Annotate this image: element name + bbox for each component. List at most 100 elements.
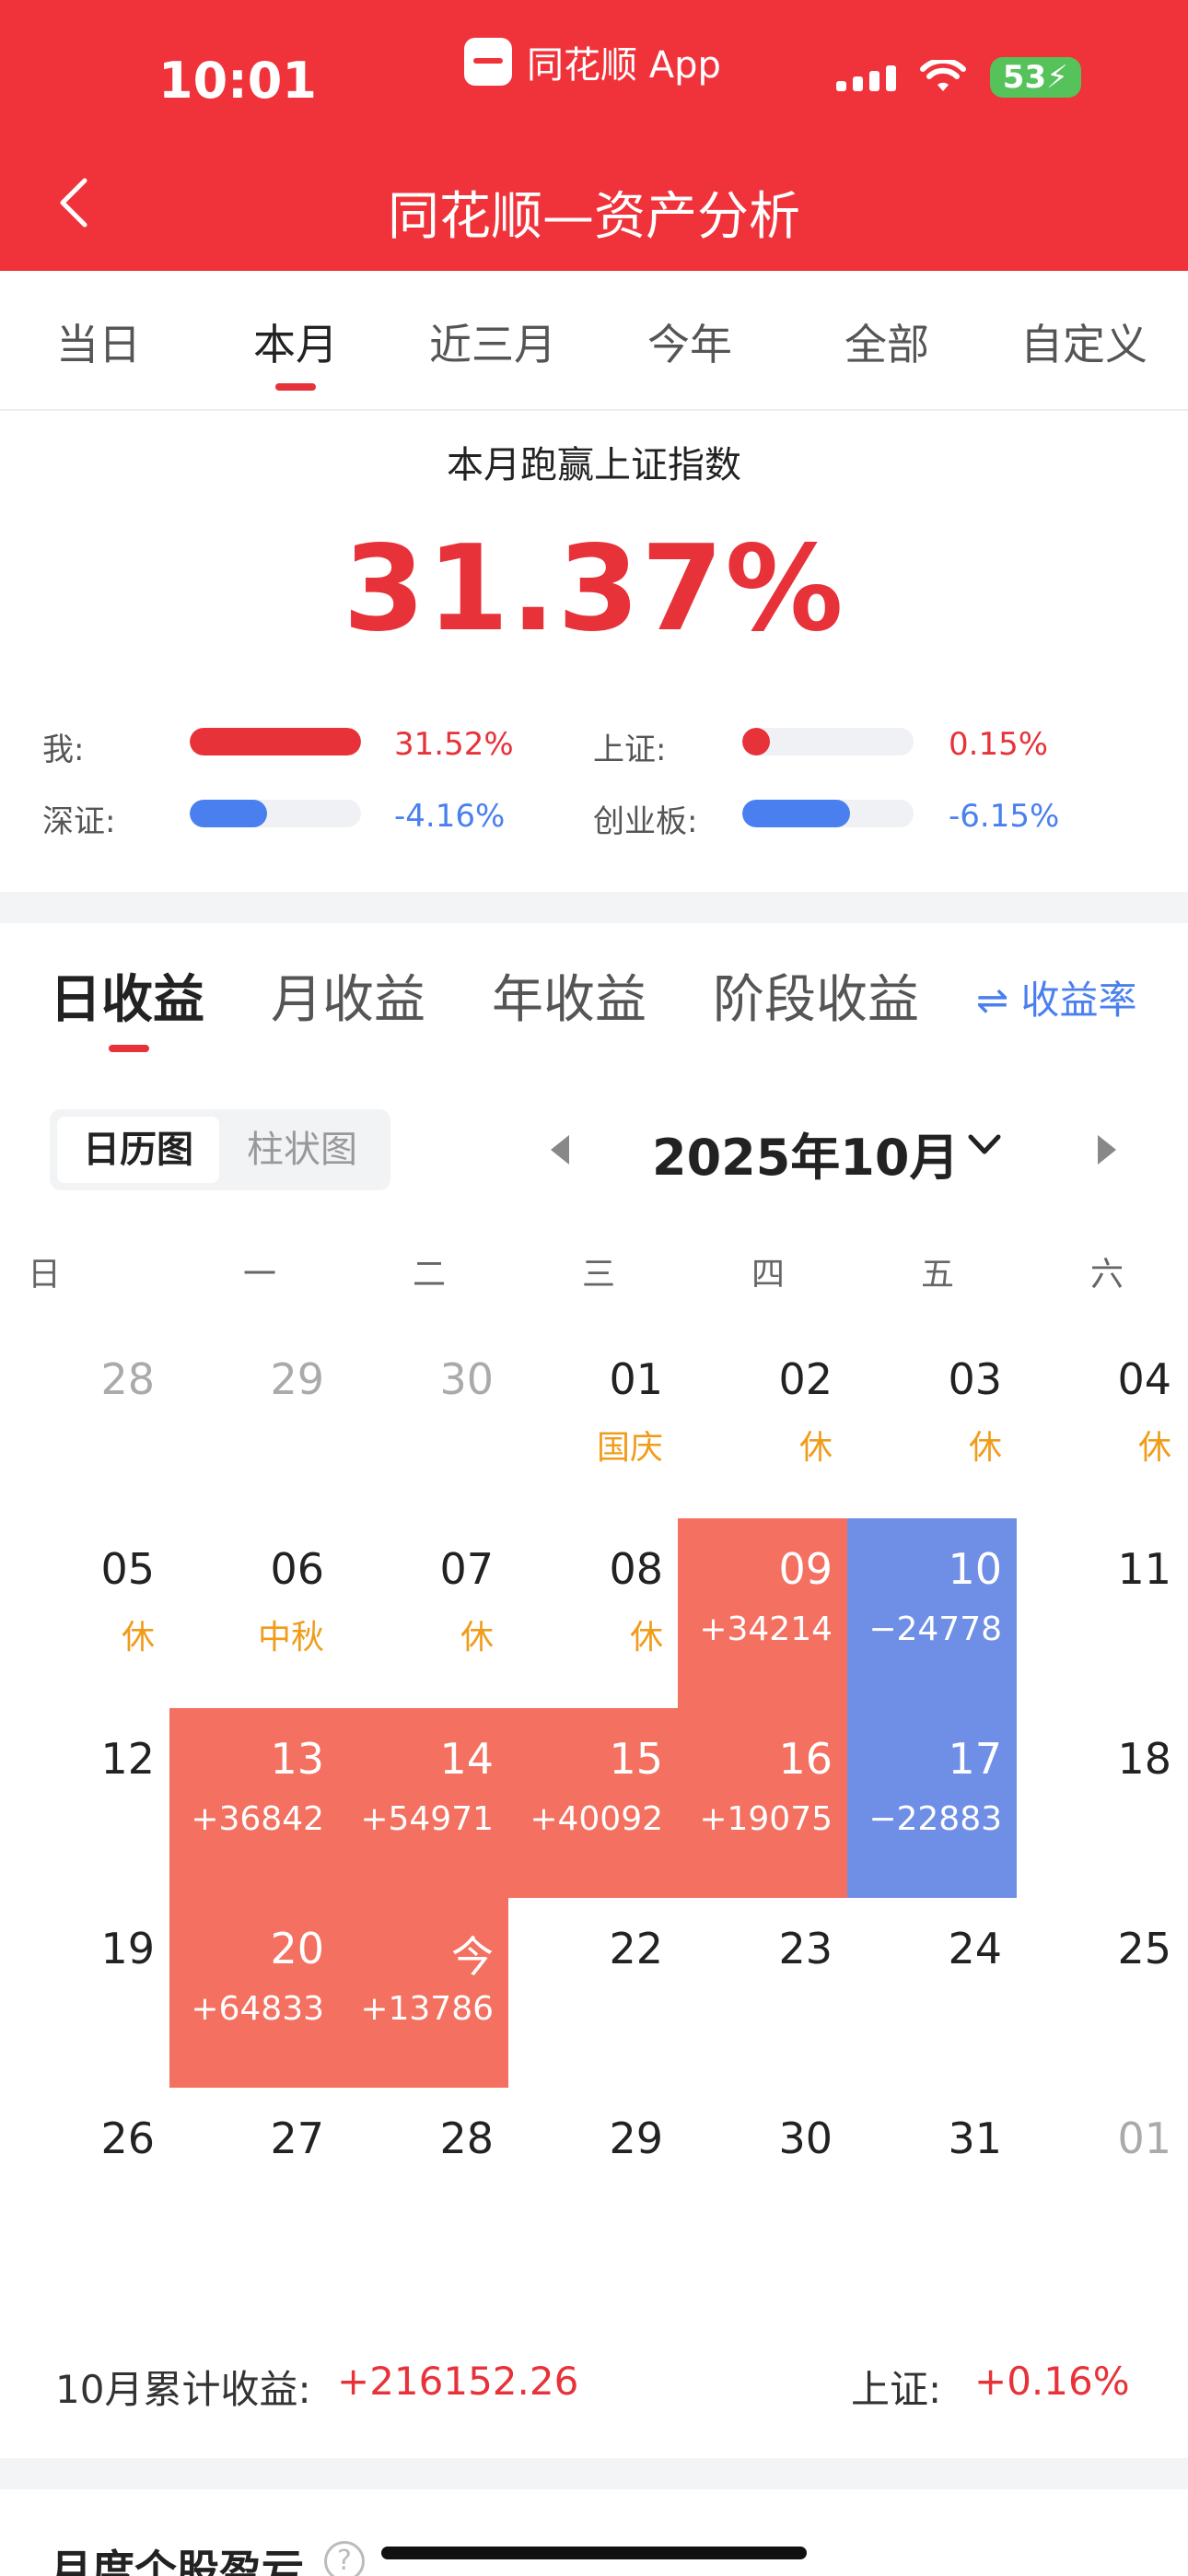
calendar-day-number: 23	[778, 1924, 833, 1973]
calendar-day[interactable]: 02 休	[678, 1329, 847, 1518]
comparison-bar-me	[190, 728, 361, 755]
tab-this-year[interactable]: 今年	[591, 311, 788, 372]
calendar-day[interactable]: 10 −24778	[847, 1518, 1017, 1708]
calendar-day-number: 26	[100, 2113, 155, 2163]
calendar-day-pnl: +13786	[360, 1990, 494, 2028]
calendar-day[interactable]: 07 休	[339, 1518, 508, 1708]
calendar-day-number: 10	[948, 1544, 1002, 1594]
calendar-day[interactable]: 22	[508, 1898, 678, 2088]
calendar-day[interactable]: 31	[847, 2088, 1017, 2277]
calendar-day[interactable]: 03 休	[847, 1329, 1017, 1518]
calendar-day[interactable]: 11	[1017, 1518, 1186, 1708]
calendar-day[interactable]: 16 +19075	[678, 1708, 847, 1898]
rate-toggle-button[interactable]: ⇌ 收益率	[976, 969, 1137, 1025]
index-change-value: +0.16%	[974, 2359, 1130, 2404]
tab-monthly-earnings[interactable]: 月收益	[271, 958, 425, 1033]
calendar-day-number: 07	[439, 1544, 494, 1594]
calendar-day[interactable]: 04 休	[1017, 1329, 1186, 1518]
comparison-label-chinext: 创业板:	[593, 803, 698, 840]
chevron-down-icon[interactable]	[965, 1126, 1004, 1165]
calendar-day-number: 16	[778, 1734, 833, 1784]
status-app-indicator[interactable]: 同花顺 App	[464, 35, 721, 88]
app-logo-icon	[464, 38, 512, 86]
comparison-value-chinext: -6.15%	[949, 798, 1060, 835]
weekday-label: 三	[581, 1256, 615, 1294]
calendar-day[interactable]: 01 国庆	[508, 1329, 678, 1518]
calendar-day-number: 27	[270, 2113, 324, 2163]
tab-stage-earnings[interactable]: 阶段收益	[713, 958, 919, 1033]
weekday-label: 四	[751, 1256, 785, 1294]
calendar-day[interactable]: 20 +64833	[169, 1898, 339, 2088]
calendar-day[interactable]: 13 +36842	[169, 1708, 339, 1898]
calendar-day[interactable]: 28	[0, 1329, 169, 1518]
calendar-day[interactable]: 30	[678, 2088, 847, 2277]
calendar-day-pnl: −22883	[868, 1800, 1002, 1838]
tab-all[interactable]: 全部	[788, 311, 985, 372]
help-icon[interactable]: ?	[324, 2541, 365, 2576]
calendar-day-number: 03	[948, 1354, 1002, 1404]
calendar-day[interactable]: 06 中秋	[169, 1518, 339, 1708]
page-title: 同花顺—资产分析	[388, 187, 800, 247]
calendar-day-holiday: 休	[629, 1619, 663, 1657]
calendar-view-button[interactable]: 日历图	[57, 1117, 219, 1183]
calendar-day-number: 20	[270, 1924, 324, 1973]
tab-today[interactable]: 当日	[0, 311, 197, 372]
calendar-day[interactable]: 09 +34214	[678, 1518, 847, 1708]
calendar-day-number: 25	[1117, 1924, 1171, 1973]
home-indicator	[381, 2547, 807, 2559]
weekday-label: 一	[242, 1256, 276, 1294]
calendar-day-number: 01	[609, 1354, 663, 1404]
status-icons: 53⚡	[835, 57, 1081, 98]
calendar-day-number: 08	[609, 1544, 663, 1594]
calendar-day-number: 15	[609, 1734, 663, 1784]
calendar-day[interactable]: 18	[1017, 1708, 1186, 1898]
calendar-day[interactable]: 12	[0, 1708, 169, 1898]
calendar-day[interactable]: 24	[847, 1898, 1017, 2088]
calendar-day[interactable]: 27	[169, 2088, 339, 2277]
tab-custom[interactable]: 自定义	[985, 311, 1182, 372]
calendar-day-number: 09	[778, 1544, 833, 1594]
prev-month-icon[interactable]	[551, 1135, 569, 1165]
calendar-day[interactable]: 05 休	[0, 1518, 169, 1708]
tab-daily-earnings[interactable]: 日收益	[50, 958, 204, 1033]
performance-value: 31.37%	[343, 521, 845, 658]
calendar-day[interactable]: 19	[0, 1898, 169, 2088]
calendar-day[interactable]: 17 −22883	[847, 1708, 1017, 1898]
calendar-day-number: 28	[100, 1354, 155, 1404]
index-change-label: 上证:	[851, 2367, 942, 2412]
tab-yearly-earnings[interactable]: 年收益	[492, 958, 646, 1033]
section-divider	[0, 892, 1188, 923]
calendar-day-pnl: +54971	[360, 1800, 494, 1838]
comparison-bar-shenzhen	[190, 800, 361, 827]
calendar-day[interactable]: 30	[339, 1329, 508, 1518]
month-selector[interactable]: 2025年10月	[652, 1117, 959, 1189]
calendar-day[interactable]: 15 +40092	[508, 1708, 678, 1898]
calendar-day-holiday: 中秋	[257, 1619, 324, 1657]
calendar-day[interactable]: 28	[339, 2088, 508, 2277]
calendar-day[interactable]: 01	[1017, 2088, 1186, 2277]
calendar-day[interactable]: 25	[1017, 1898, 1186, 2088]
monthly-stock-pnl-title: 月度个股盈亏	[50, 2546, 304, 2576]
calendar-day-number: 14	[439, 1734, 494, 1784]
calendar-day[interactable]: 今 +13786	[339, 1898, 508, 2088]
tab-this-month[interactable]: 本月	[197, 311, 394, 372]
calendar-day[interactable]: 23	[678, 1898, 847, 2088]
calendar-day[interactable]: 08 休	[508, 1518, 678, 1708]
cellular-signal-icon	[835, 64, 896, 91]
section-divider-2	[0, 2458, 1188, 2489]
calendar-day-number: 18	[1117, 1734, 1171, 1784]
calendar-day-number: 12	[100, 1734, 155, 1784]
active-tab-indicator	[275, 383, 316, 391]
tab-three-months[interactable]: 近三月	[394, 311, 591, 372]
calendar-day[interactable]: 29	[508, 2088, 678, 2277]
calendar-day[interactable]: 29	[169, 1329, 339, 1518]
calendar-day[interactable]: 26	[0, 2088, 169, 2277]
calendar-day-pnl: +19075	[699, 1800, 833, 1838]
comparison-label-shenzhen: 深证:	[42, 803, 116, 840]
calendar-day-number: 30	[778, 2113, 833, 2163]
calendar-day-pnl: −24778	[868, 1610, 1002, 1648]
calendar-day[interactable]: 14 +54971	[339, 1708, 508, 1898]
bar-view-button[interactable]: 柱状图	[221, 1117, 383, 1183]
calendar-day-pnl: +40092	[530, 1800, 663, 1838]
next-month-icon[interactable]	[1098, 1135, 1116, 1165]
